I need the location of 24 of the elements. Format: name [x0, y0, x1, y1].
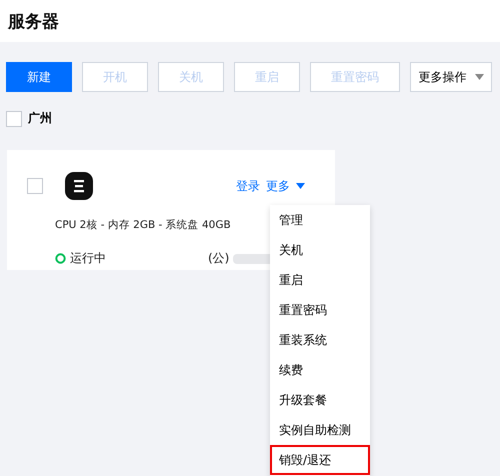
login-link[interactable]: 登录 [236, 178, 260, 194]
instance-spec: CPU 2核 - 内存 2GB - 系统盘 40GB [55, 218, 231, 232]
os-logo-icon [65, 172, 93, 200]
menu-item[interactable]: 销毁/退还 [270, 445, 370, 475]
menu-item[interactable]: 实例自助检测 [270, 415, 370, 445]
instance-status: 运行中 [70, 250, 106, 267]
menu-item[interactable]: 管理 [270, 205, 370, 235]
region-checkbox[interactable] [6, 110, 22, 126]
running-status-icon [55, 253, 66, 264]
menu-item[interactable]: 续费 [270, 355, 370, 385]
caret-icon [474, 74, 484, 80]
region-label: 广州 [28, 110, 52, 127]
menu-item[interactable]: 重装系统 [270, 325, 370, 355]
caret-icon [296, 183, 305, 189]
instance-checkbox[interactable] [27, 178, 43, 194]
page-title: 服务器 [8, 10, 59, 32]
create-button[interactable]: 新建 [6, 62, 72, 92]
more-actions-dropdown[interactable]: 更多操作 [410, 62, 492, 92]
ip-type-label: (公) [208, 250, 230, 267]
menu-item[interactable]: 重置密码 [270, 295, 370, 325]
menu-item[interactable]: 关机 [270, 235, 370, 265]
more-link[interactable]: 更多 [266, 178, 290, 194]
menu-item[interactable]: 重启 [270, 265, 370, 295]
menu-item[interactable]: 升级套餐 [270, 385, 370, 415]
